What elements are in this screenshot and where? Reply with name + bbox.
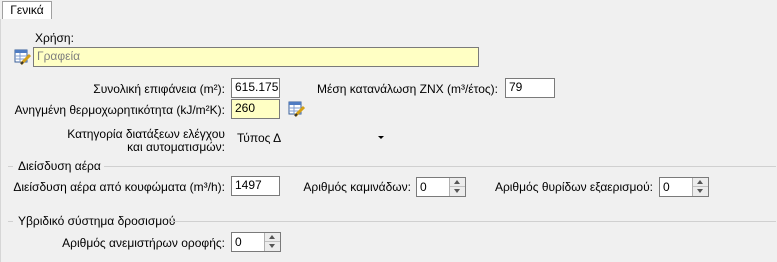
frames-infiltration-label: Διείσδυση αέρα από κουφώματα (m³/h): [13, 180, 225, 194]
stepper-down-button[interactable] [265, 242, 280, 251]
total-area-field[interactable]: 615.175 [231, 78, 280, 98]
stepper-down-button[interactable] [450, 187, 465, 196]
stepper-buttons [264, 233, 280, 251]
chevron-up-icon [269, 235, 275, 239]
chimneys-label: Αριθμός καμινάδων: [303, 180, 411, 194]
control-category-dropdown[interactable]: Τύπος Δ [231, 127, 389, 148]
edit-table-icon[interactable] [288, 100, 306, 118]
usage-field[interactable]: Γραφεία [33, 47, 479, 67]
stepper-up-button[interactable] [265, 233, 280, 242]
heat-capacity-field[interactable]: 260 [231, 99, 280, 119]
group-divider [8, 166, 13, 167]
group-divider [104, 166, 776, 167]
group-divider [8, 221, 13, 222]
total-area-label: Συνολική επιφάνεια (m²): [93, 82, 225, 96]
control-category-value: Τύπος Δ [237, 131, 282, 145]
chevron-down-icon [269, 244, 275, 248]
frames-infiltration-field[interactable]: 1497 [231, 176, 280, 196]
vents-value: 0 [663, 180, 670, 194]
infiltration-group-title: Διείσδυση αέρα [18, 159, 101, 173]
chimneys-value: 0 [420, 180, 427, 194]
tab-general[interactable]: Γενικά [2, 1, 52, 21]
vents-label: Αριθμός θυρίδων εξαερισμού: [494, 180, 653, 194]
chevron-up-icon [454, 180, 460, 184]
chevron-down-icon [697, 189, 703, 193]
control-category-label-line2: και αυτοματισμών: [127, 140, 225, 154]
control-category-label-line1: Κατηγορία διατάξεων ελέγχου [67, 127, 225, 141]
avg-dhw-label: Μέση κατανάλωση ZNX (m³/έτος): [317, 82, 498, 96]
ceiling-fans-label: Αριθμός ανεμιστήρων οροφής: [62, 236, 225, 250]
stepper-up-button[interactable] [450, 178, 465, 187]
avg-dhw-field[interactable]: 79 [505, 78, 555, 98]
ceiling-fans-value: 0 [235, 235, 242, 249]
chevron-up-icon [697, 180, 703, 184]
tab-strip [0, 0, 777, 20]
ceiling-fans-stepper[interactable]: 0 [231, 232, 281, 252]
chevron-down-icon [454, 189, 460, 193]
stepper-buttons [692, 178, 708, 196]
stepper-buttons [449, 178, 465, 196]
chimneys-stepper[interactable]: 0 [416, 177, 466, 197]
hybrid-cooling-group-title: Υβριδικό σύστημα δροσισμού [18, 214, 176, 228]
stepper-down-button[interactable] [693, 187, 708, 196]
stepper-up-button[interactable] [693, 178, 708, 187]
group-divider [170, 221, 776, 222]
edit-table-icon[interactable] [14, 48, 32, 66]
usage-label: Χρήση: [35, 31, 74, 45]
vents-stepper[interactable]: 0 [659, 177, 709, 197]
heat-capacity-label: Ανηγμένη θερμοχωρητικότητα (kJ/m²K): [14, 103, 225, 117]
chevron-down-icon [378, 136, 384, 139]
